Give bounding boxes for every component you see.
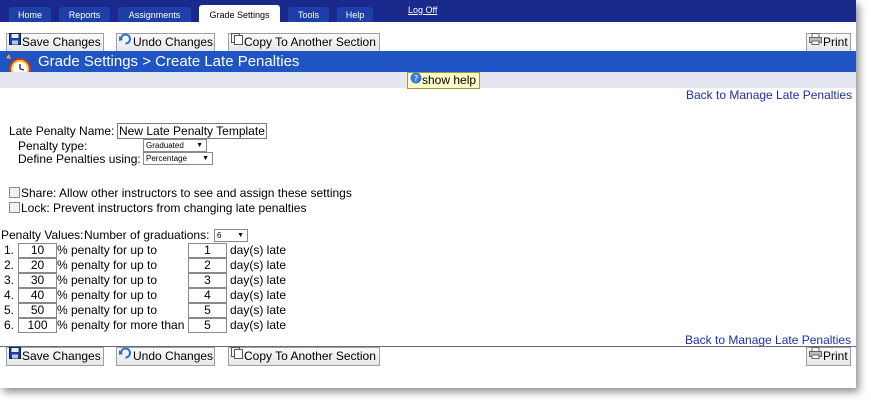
- row-number: 6.: [3, 318, 14, 332]
- app-window: Home Reports Assignments Grade Settings …: [0, 0, 856, 388]
- graduations-value: 6: [217, 231, 222, 240]
- days-late-label: day(s) late: [230, 318, 287, 332]
- penalty-days-input[interactable]: 2: [188, 258, 227, 273]
- days-late-label: day(s) late: [230, 258, 287, 272]
- days-late-label: day(s) late: [230, 288, 287, 302]
- tab-grade-settings[interactable]: Grade Settings: [199, 5, 280, 22]
- penalty-description: % penalty for up to: [57, 243, 158, 257]
- days-late-label: day(s) late: [230, 243, 287, 257]
- penalty-type-label: Penalty type:: [18, 139, 88, 153]
- undo-changes-button-bottom[interactable]: Undo Changes: [116, 347, 215, 366]
- tab-reports[interactable]: Reports: [59, 7, 110, 22]
- lock-checkbox[interactable]: [9, 202, 20, 213]
- row-number: 2.: [3, 258, 14, 272]
- save-changes-label: Save Changes: [22, 349, 101, 363]
- save-changes-label: Save Changes: [22, 35, 101, 49]
- penalty-description: % penalty for up to: [57, 303, 158, 317]
- show-help-button[interactable]: ? show help: [407, 72, 481, 89]
- copy-to-section-button-bottom[interactable]: Copy To Another Section: [228, 346, 380, 366]
- row-number: 4.: [3, 288, 14, 302]
- dropdown-arrow-icon: ▼: [237, 232, 244, 239]
- page-title: Grade Settings > Create Late Penalties: [38, 53, 300, 70]
- penalty-description: % penalty for up to: [57, 288, 158, 302]
- row-number: 1.: [3, 243, 14, 257]
- save-changes-button[interactable]: Save Changes: [6, 32, 104, 52]
- undo-changes-label: Undo Changes: [133, 349, 214, 363]
- tab-tools[interactable]: Tools: [288, 7, 329, 22]
- days-late-label: day(s) late: [230, 273, 287, 287]
- dropdown-arrow-icon: ▼: [196, 142, 203, 149]
- floppy-disk-icon: [9, 346, 21, 364]
- printer-icon: [809, 346, 822, 364]
- undo-icon: [119, 347, 132, 364]
- copy-to-section-label: Copy To Another Section: [244, 349, 376, 363]
- graduations-label: Number of graduations:: [84, 228, 210, 242]
- penalty-days-input[interactable]: 1: [188, 243, 227, 258]
- penalty-values-label: Penalty Values:: [1, 228, 84, 242]
- print-button[interactable]: Print: [806, 32, 851, 52]
- top-nav-bar: Home Reports Assignments Grade Settings …: [0, 0, 856, 22]
- undo-changes-label: Undo Changes: [133, 35, 214, 49]
- penalty-days-input[interactable]: 5: [188, 318, 227, 333]
- penalty-days-input[interactable]: 3: [188, 273, 227, 288]
- penalty-percent-input[interactable]: 10: [18, 243, 57, 258]
- back-to-manage-link-bottom[interactable]: Back to Manage Late Penalties: [685, 333, 851, 347]
- penalty-type-select[interactable]: Graduated ▼: [143, 139, 207, 152]
- penalty-percent-input[interactable]: 20: [18, 258, 57, 273]
- penalty-type-value: Graduated: [146, 141, 184, 150]
- lock-label: Lock: Prevent instructors from changing …: [21, 201, 307, 215]
- penalty-days-input[interactable]: 4: [188, 288, 227, 303]
- undo-changes-button[interactable]: Undo Changes: [116, 33, 215, 52]
- penalty-days-input[interactable]: 5: [188, 303, 227, 318]
- define-penalties-select[interactable]: Percentage ▼: [143, 152, 213, 165]
- show-help-label: show help: [422, 73, 477, 87]
- penalty-description: % penalty for more than: [57, 318, 185, 332]
- page-title-bar: Grade Settings > Create Late Penalties: [0, 51, 856, 72]
- share-label: Share: Allow other instructors to see an…: [21, 186, 352, 200]
- help-bar: ? show help: [0, 72, 856, 89]
- print-button-bottom[interactable]: Print: [806, 346, 851, 366]
- row-number: 3.: [3, 273, 14, 287]
- copy-to-section-label: Copy To Another Section: [244, 35, 376, 49]
- tab-help[interactable]: Help: [337, 7, 373, 22]
- penalty-percent-input[interactable]: 100: [18, 318, 57, 333]
- floppy-disk-icon: [9, 32, 21, 50]
- penalty-description: % penalty for up to: [57, 273, 158, 287]
- dropdown-arrow-icon: ▼: [202, 155, 209, 162]
- print-label: Print: [823, 35, 848, 49]
- tab-home[interactable]: Home: [9, 7, 51, 22]
- tab-assignments[interactable]: Assignments: [118, 7, 191, 22]
- define-penalties-value: Percentage: [146, 154, 187, 163]
- copy-to-section-button[interactable]: Copy To Another Section: [228, 32, 380, 52]
- penalty-name-input[interactable]: New Late Penalty Template: [117, 123, 267, 139]
- graduations-select[interactable]: 6 ▼: [214, 229, 248, 242]
- penalty-description: % penalty for up to: [57, 258, 158, 272]
- penalty-percent-input[interactable]: 40: [18, 288, 57, 303]
- help-question-icon: ?: [410, 72, 422, 88]
- copy-icon: [231, 346, 243, 364]
- undo-icon: [119, 33, 132, 50]
- logoff-link[interactable]: Log Off: [408, 5, 437, 15]
- print-label: Print: [823, 349, 848, 363]
- copy-icon: [231, 32, 243, 50]
- penalty-percent-input[interactable]: 30: [18, 273, 57, 288]
- penalty-percent-input[interactable]: 50: [18, 303, 57, 318]
- define-penalties-label: Define Penalties using:: [18, 152, 141, 166]
- svg-text:?: ?: [414, 74, 419, 84]
- printer-icon: [809, 32, 822, 50]
- days-late-label: day(s) late: [230, 303, 287, 317]
- back-to-manage-link-top[interactable]: Back to Manage Late Penalties: [686, 88, 852, 102]
- row-number: 5.: [3, 303, 14, 317]
- penalty-name-label: Late Penalty Name:: [9, 124, 115, 138]
- save-changes-button-bottom[interactable]: Save Changes: [6, 346, 104, 366]
- bottom-toolbar: Save Changes Undo Changes Copy To Anothe…: [0, 346, 856, 369]
- share-checkbox[interactable]: [9, 187, 20, 198]
